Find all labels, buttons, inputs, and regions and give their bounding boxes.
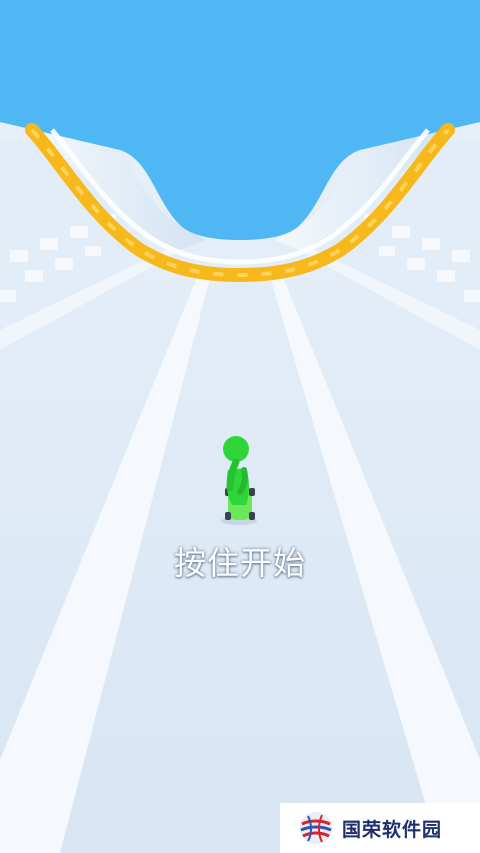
watermark: 国荣软件园 bbox=[280, 803, 480, 853]
globe-logo-icon bbox=[300, 812, 332, 844]
game-scene[interactable]: 按住开始 bbox=[0, 0, 480, 853]
hold-to-start-prompt[interactable]: 按住开始 bbox=[0, 538, 480, 584]
watermark-text: 国荣软件园 bbox=[342, 818, 443, 841]
game-world bbox=[0, 0, 480, 853]
